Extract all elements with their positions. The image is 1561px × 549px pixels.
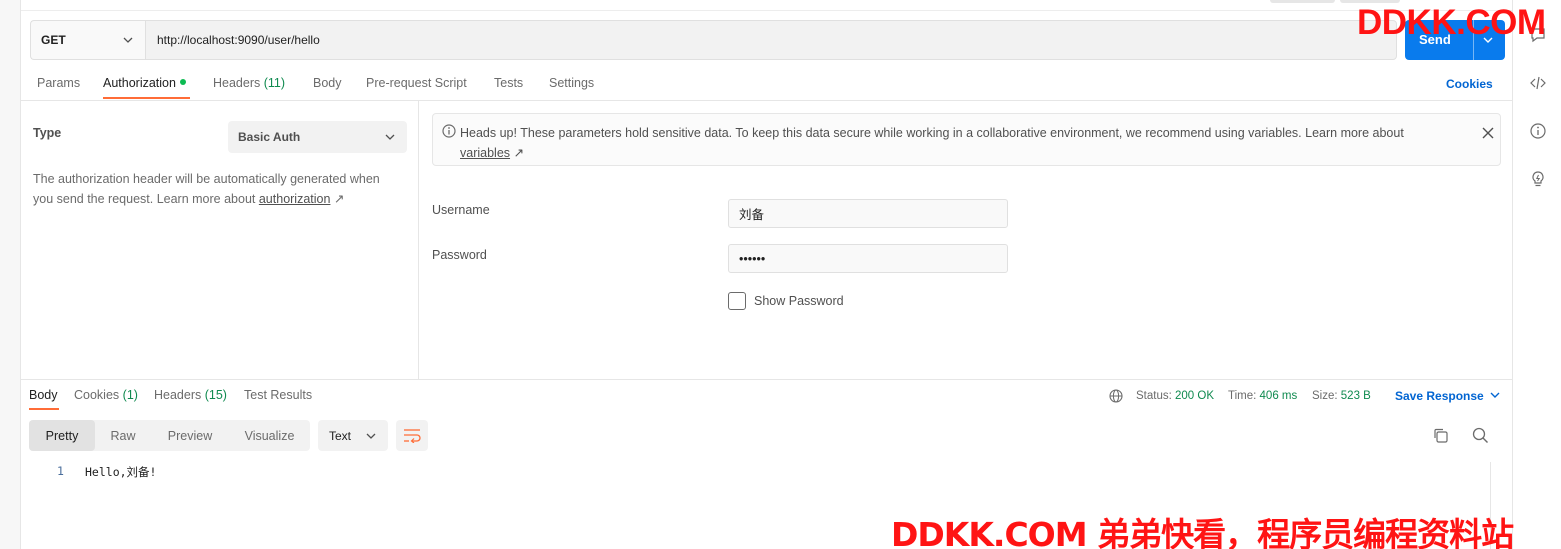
password-label: Password	[432, 248, 487, 262]
tab-pre-request-script[interactable]: Pre-request Script	[366, 76, 467, 90]
show-password-checkbox[interactable]	[728, 292, 746, 310]
cookies-link[interactable]: Cookies	[1446, 77, 1493, 91]
tab-body[interactable]: Body	[313, 76, 342, 90]
external-link-icon: ↗	[513, 146, 524, 160]
save-response-label: Save Response	[1395, 389, 1484, 403]
username-input[interactable]: 刘备	[728, 199, 1008, 228]
tab-count: (1)	[122, 388, 138, 402]
time-value: 406 ms	[1259, 390, 1298, 402]
lightbulb-icon[interactable]	[1529, 170, 1547, 188]
wrap-lines-button[interactable]	[396, 420, 428, 451]
copy-icon[interactable]	[1433, 428, 1448, 443]
status-value: 200 OK	[1175, 390, 1215, 402]
view-option-visualize[interactable]: Visualize	[229, 420, 310, 451]
chevron-down-icon	[123, 37, 133, 43]
response-tab-test-results[interactable]: Test Results	[244, 388, 312, 402]
banner-message: Heads up! These parameters hold sensitiv…	[460, 126, 1404, 140]
active-dot-icon	[179, 79, 186, 85]
tab-tests[interactable]: Tests	[494, 76, 523, 90]
format-select[interactable]: Text	[318, 420, 388, 451]
status-label: Status:	[1136, 390, 1172, 402]
sensitive-data-banner: Heads up! These parameters hold sensitiv…	[432, 113, 1501, 166]
response-tab-headers[interactable]: Headers (15)	[154, 388, 227, 402]
info-icon[interactable]	[1529, 122, 1547, 140]
auth-type-panel: Type Basic Auth The authorization header…	[21, 101, 419, 379]
auth-description: The authorization header will be automat…	[33, 169, 403, 209]
tab-params[interactable]: Params	[37, 76, 80, 90]
size-readout[interactable]: Size: 523 B	[1312, 390, 1371, 402]
tab-label: Body	[29, 388, 58, 402]
watermark-top: DDKK.COM	[1357, 3, 1546, 42]
tab-label: Pre-request Script	[366, 76, 467, 90]
save-response-button[interactable]: Save Response	[1395, 389, 1500, 403]
chevron-down-icon	[1490, 392, 1500, 398]
password-input[interactable]: ••••••	[728, 244, 1008, 273]
tab-label: Headers	[213, 76, 261, 90]
banner-text: Heads up! These parameters hold sensitiv…	[460, 123, 1450, 163]
active-tab-underline	[103, 97, 190, 99]
code-icon[interactable]	[1529, 74, 1547, 92]
username-value: 刘备	[739, 208, 765, 222]
active-tab-underline	[29, 408, 59, 410]
auth-type-value: Basic Auth	[238, 130, 301, 144]
chevron-down-icon	[366, 433, 376, 439]
response-body-text[interactable]: Hello,刘备!	[85, 464, 156, 480]
size-value: 523 B	[1340, 390, 1371, 402]
view-option-raw[interactable]: Raw	[95, 420, 151, 451]
size-label: Size:	[1312, 390, 1338, 402]
time-readout[interactable]: Time: 406 ms	[1228, 390, 1297, 402]
auth-type-select[interactable]: Basic Auth	[228, 121, 407, 153]
tab-label: Authorization	[103, 76, 176, 90]
view-option-preview[interactable]: Preview	[151, 420, 229, 451]
divider	[21, 379, 1512, 380]
tab-count: (15)	[204, 388, 227, 402]
time-label: Time:	[1228, 390, 1257, 402]
view-option-pretty[interactable]: Pretty	[29, 420, 95, 451]
method-select[interactable]: GET	[30, 20, 145, 60]
response-tab-body[interactable]: Body	[29, 388, 58, 402]
password-value: ••••••	[739, 251, 766, 266]
globe-icon[interactable]	[1109, 389, 1123, 403]
tab-label: Params	[37, 76, 81, 90]
wrap-lines-icon	[404, 429, 421, 443]
top-toolbar-button[interactable]	[1270, 0, 1335, 3]
status-readout[interactable]: Status: 200 OK	[1136, 390, 1214, 402]
view-mode-switcher: Pretty Raw Preview Visualize	[29, 420, 310, 451]
tab-label: Test Results	[244, 388, 313, 402]
chevron-down-icon	[385, 134, 395, 140]
tab-count: (11)	[263, 76, 286, 90]
response-tab-cookies[interactable]: Cookies (1)	[74, 388, 138, 402]
search-icon[interactable]	[1472, 427, 1489, 444]
close-icon[interactable]	[1482, 127, 1494, 139]
tab-settings[interactable]: Settings	[549, 76, 594, 90]
authorization-link[interactable]: authorization	[259, 192, 331, 206]
left-sidebar-strip	[0, 0, 21, 549]
tab-authorization[interactable]: Authorization	[103, 76, 186, 90]
tab-label: Body	[313, 76, 342, 90]
watermark-bottom: DDKK.COM 弟弟快看，程序员编程资料站	[891, 515, 1514, 549]
info-icon	[442, 124, 456, 138]
show-password-label[interactable]: Show Password	[754, 294, 844, 308]
right-sidebar	[1512, 0, 1561, 549]
format-value: Text	[329, 428, 352, 443]
auth-type-label: Type	[33, 126, 62, 140]
tab-label: Settings	[549, 76, 595, 90]
tab-label: Cookies	[74, 388, 120, 402]
code-line-number: 1	[57, 464, 64, 478]
variables-link[interactable]: variables	[460, 146, 510, 160]
method-label: GET	[41, 33, 66, 47]
username-label: Username	[432, 203, 490, 217]
tab-headers[interactable]: Headers (11)	[213, 76, 285, 90]
url-text: http://localhost:9090/user/hello	[157, 33, 320, 47]
url-input[interactable]: http://localhost:9090/user/hello	[145, 20, 1397, 60]
external-link-icon: ↗	[333, 192, 345, 206]
tab-label: Tests	[494, 76, 524, 90]
tab-label: Headers	[154, 388, 202, 402]
